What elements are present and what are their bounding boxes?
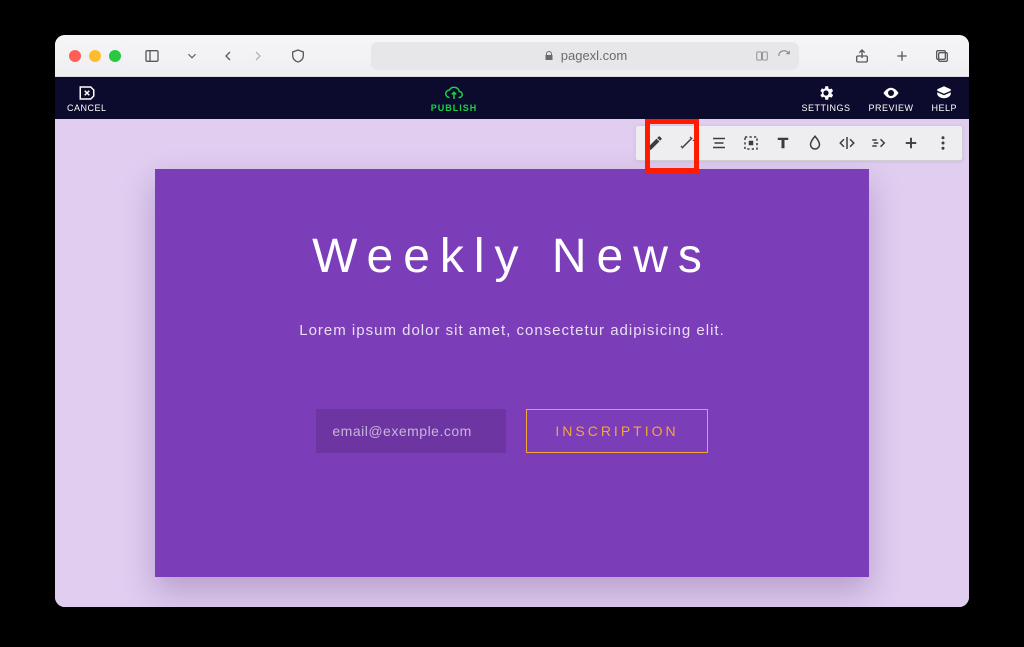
- reload-icon[interactable]: [777, 49, 791, 63]
- maximize-window-button[interactable]: [109, 50, 121, 62]
- lock-icon: [543, 50, 555, 62]
- card-subheading[interactable]: Lorem ipsum dolor sit amet, consectetur …: [299, 322, 725, 339]
- new-tab-button[interactable]: [889, 43, 915, 69]
- type-icon[interactable]: [768, 128, 798, 158]
- preview-label: PREVIEW: [868, 103, 913, 113]
- preview-button[interactable]: PREVIEW: [868, 84, 913, 113]
- card-heading[interactable]: Weekly News: [312, 229, 712, 284]
- content-card[interactable]: Weekly News Lorem ipsum dolor sit amet, …: [155, 169, 869, 577]
- window-controls[interactable]: [69, 50, 121, 62]
- cloud-upload-icon: [444, 84, 464, 102]
- magic-wand-icon[interactable]: [672, 128, 702, 158]
- motion-icon[interactable]: [864, 128, 894, 158]
- tabs-overview-button[interactable]: [929, 43, 955, 69]
- editor-canvas[interactable]: Weekly News Lorem ipsum dolor sit amet, …: [55, 119, 969, 607]
- cancel-label: CANCEL: [67, 103, 107, 113]
- browser-chrome: pagexl.com: [55, 35, 969, 77]
- subscribe-button[interactable]: INSCRIPTION: [526, 409, 707, 453]
- align-icon[interactable]: [704, 128, 734, 158]
- help-label: HELP: [931, 103, 957, 113]
- chevron-down-icon[interactable]: [179, 43, 205, 69]
- browser-window: pagexl.com CANCEL: [55, 35, 969, 607]
- publish-button[interactable]: PUBLISH: [431, 84, 478, 113]
- edit-pencil-icon[interactable]: [640, 128, 670, 158]
- forward-button[interactable]: [245, 43, 271, 69]
- code-split-icon[interactable]: [832, 128, 862, 158]
- settings-label: SETTINGS: [801, 103, 850, 113]
- floating-toolbar: [635, 125, 963, 161]
- cancel-button[interactable]: CANCEL: [67, 84, 107, 113]
- add-icon[interactable]: [896, 128, 926, 158]
- minimize-window-button[interactable]: [89, 50, 101, 62]
- back-button[interactable]: [215, 43, 241, 69]
- help-icon: [935, 84, 953, 102]
- subscribe-form: INSCRIPTION: [316, 409, 707, 453]
- privacy-shield-icon[interactable]: [285, 43, 311, 69]
- address-bar[interactable]: pagexl.com: [371, 42, 799, 70]
- color-drop-icon[interactable]: [800, 128, 830, 158]
- kebab-menu-icon[interactable]: [928, 128, 958, 158]
- gear-icon: [817, 84, 835, 102]
- publish-label: PUBLISH: [431, 103, 478, 113]
- cancel-icon: [78, 84, 96, 102]
- settings-button[interactable]: SETTINGS: [801, 84, 850, 113]
- share-button[interactable]: [849, 43, 875, 69]
- sidebar-toggle-button[interactable]: [139, 43, 165, 69]
- email-field[interactable]: [316, 409, 506, 453]
- close-window-button[interactable]: [69, 50, 81, 62]
- editor-appbar: CANCEL PUBLISH SETTINGS PREVIEW HELP: [55, 77, 969, 119]
- eye-icon: [882, 84, 900, 102]
- help-button[interactable]: HELP: [931, 84, 957, 113]
- reader-icon[interactable]: [755, 49, 769, 63]
- bounding-box-icon[interactable]: [736, 128, 766, 158]
- url-host: pagexl.com: [561, 48, 627, 63]
